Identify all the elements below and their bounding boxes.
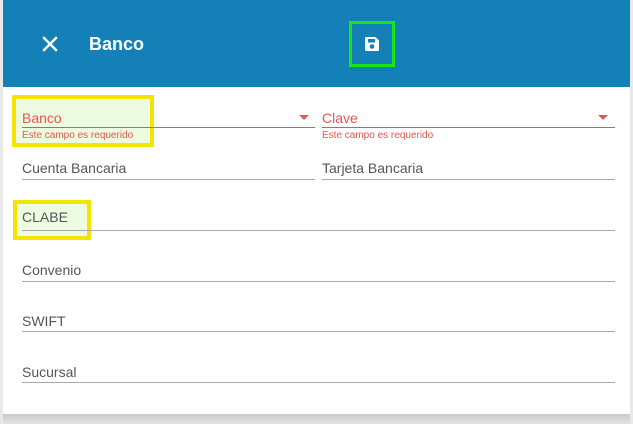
swift-input[interactable]: SWIFT xyxy=(22,312,615,332)
tarjeta-bancaria-label: Tarjeta Bancaria xyxy=(322,160,424,176)
convenio-input[interactable]: Convenio xyxy=(22,261,615,282)
close-icon xyxy=(42,36,58,52)
tarjeta-bancaria-underline xyxy=(322,179,615,180)
clabe-input[interactable]: CLABE xyxy=(22,208,615,231)
clave-select[interactable]: Clave xyxy=(322,109,615,128)
swift-underline xyxy=(22,331,615,332)
swift-label: SWIFT xyxy=(22,313,66,329)
save-icon xyxy=(365,37,379,51)
clabe-underline xyxy=(22,230,615,231)
sucursal-input[interactable]: Sucursal xyxy=(22,363,615,383)
banco-underline xyxy=(22,127,315,128)
close-button[interactable] xyxy=(38,32,62,56)
clave-dropdown-icon[interactable] xyxy=(598,115,608,120)
convenio-underline xyxy=(22,281,615,282)
clabe-label: CLABE xyxy=(22,209,68,225)
clave-underline xyxy=(322,127,615,128)
banco-label: Banco xyxy=(22,110,62,126)
banco-error: Este campo es requerido xyxy=(22,130,134,141)
tarjeta-bancaria-input[interactable]: Tarjeta Bancaria xyxy=(322,159,615,180)
bottom-shadow xyxy=(3,414,630,424)
clave-error: Este campo es requerido xyxy=(322,130,434,141)
banco-dropdown-icon[interactable] xyxy=(299,115,309,120)
cuenta-bancaria-underline xyxy=(22,179,315,180)
convenio-label: Convenio xyxy=(22,262,82,278)
sucursal-underline xyxy=(22,382,615,383)
cuenta-bancaria-label: Cuenta Bancaria xyxy=(22,160,127,176)
banco-select[interactable]: Banco xyxy=(22,109,315,128)
clave-label: Clave xyxy=(322,110,358,126)
save-button[interactable] xyxy=(349,21,395,67)
page-title: Banco xyxy=(89,34,145,54)
app-bar: Banco xyxy=(3,0,630,87)
sucursal-label: Sucursal xyxy=(22,364,77,380)
cuenta-bancaria-input[interactable]: Cuenta Bancaria xyxy=(22,159,315,180)
